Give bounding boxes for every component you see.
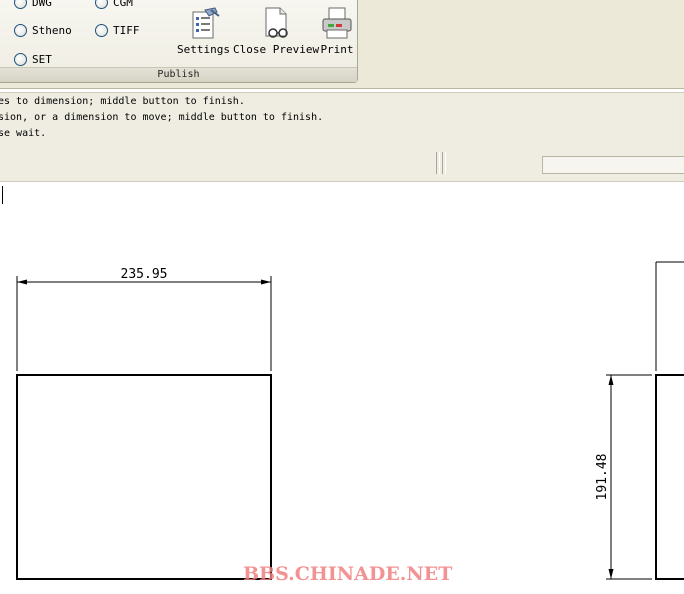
close-preview-label: Close Preview [233, 43, 320, 56]
print-icon [322, 7, 352, 39]
radio-button-icon[interactable] [95, 23, 108, 37]
drawing-canvas: 235.95 191.48 [16, 261, 684, 580]
format-label: CGM [113, 0, 133, 9]
horizontal-dimension-value: 235.95 [121, 267, 168, 282]
print-button[interactable]: Print [319, 6, 355, 56]
close-preview-icon [265, 7, 288, 38]
settings-label: Settings [177, 43, 230, 56]
radio-button-icon[interactable] [14, 0, 27, 9]
print-label: Print [320, 43, 354, 56]
publish-group-label: Publish [0, 67, 357, 82]
radio-button-icon[interactable] [14, 23, 27, 37]
part-outline-right [655, 374, 684, 580]
status-field [542, 156, 684, 174]
format-label: DWG [32, 0, 52, 9]
radio-button-icon[interactable] [14, 52, 27, 66]
message-line: es to dimension; middle button to finish… [0, 96, 245, 107]
format-label: TIFF [113, 23, 140, 37]
format-radio-dwg[interactable]: DWG [14, 0, 52, 10]
format-label: Stheno [32, 23, 72, 37]
format-radio-cgm[interactable]: CGM [95, 0, 133, 10]
settings-button[interactable]: Settings [177, 6, 230, 56]
vertical-dimension-value: 191.48 [595, 454, 610, 501]
message-line: sion, or a dimension to move; middle but… [0, 112, 324, 123]
text-cursor [0, 186, 3, 204]
close-preview-button[interactable]: Close Preview [233, 6, 319, 56]
ribbon: DWG CGM Stheno TIFF SET Settings Close P… [0, 0, 684, 89]
format-radio-set[interactable]: SET [14, 51, 52, 67]
horizontal-dimension: 235.95 [16, 267, 272, 371]
format-radio-tiff[interactable]: TIFF [95, 22, 140, 38]
status-separator[interactable] [442, 152, 446, 174]
watermark-text: BBS.CHINADE.NET [243, 563, 453, 585]
format-label: SET [32, 52, 52, 66]
format-radio-stheno[interactable]: Stheno [14, 22, 72, 38]
status-separator[interactable] [436, 152, 440, 174]
part-outline-left [16, 374, 272, 580]
message-line: se wait. [0, 128, 47, 139]
publish-group: DWG CGM Stheno TIFF SET Settings Close P… [0, 0, 358, 83]
settings-icon [192, 7, 221, 39]
radio-button-icon[interactable] [95, 0, 108, 9]
vertical-dimension: 191.48 [595, 374, 652, 580]
